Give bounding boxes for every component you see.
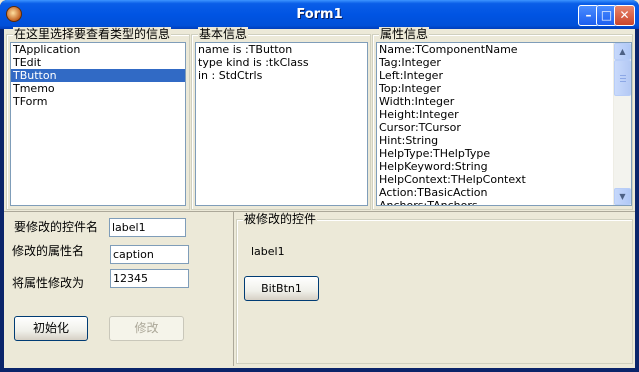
type-list-item[interactable]: TForm [11, 95, 185, 108]
control-name-label: 要修改的控件名 [14, 220, 99, 234]
basic-info-lines: name is :TButton type kind is :tkClass in … [196, 43, 367, 82]
type-list-item[interactable]: TEdit [11, 56, 185, 69]
basic-info-memo-line: in : StdCtrls [198, 69, 263, 82]
chevron-down-icon: ▼ [619, 192, 626, 201]
vertical-divider [233, 212, 234, 366]
init-button[interactable]: 初始化 [14, 316, 88, 341]
modify-button[interactable]: 修改 [109, 316, 184, 341]
basic-info-memo-line: type kind is :tkClass [198, 56, 309, 69]
basic-info-group: 基本信息 name is :TButton type kind is :tkCla… [191, 27, 371, 210]
property-name-label: 修改的属性名 [12, 244, 85, 258]
property-list-item[interactable]: HelpType:THelpType [377, 147, 631, 160]
close-button[interactable]: ✕ [614, 5, 635, 26]
type-list-item[interactable]: Tmemo [11, 82, 185, 95]
property-list-item[interactable]: Height:Integer [377, 108, 631, 121]
property-list-item[interactable]: Action:TBasicAction [377, 186, 631, 199]
scroll-up-button[interactable]: ▲ [614, 43, 631, 60]
type-list-items: TApplication TEdit TButton Tmemo TForm [11, 43, 185, 108]
chevron-up-icon: ▲ [619, 47, 626, 56]
grip-line [620, 78, 626, 79]
property-list-item[interactable]: Width:Integer [377, 95, 631, 108]
property-list-item[interactable]: Name:TComponentName [377, 43, 631, 56]
property-list-item[interactable]: Cursor:TCursor [377, 121, 631, 134]
property-list-item[interactable]: Anchors:TAnchors [377, 199, 631, 205]
property-list-item[interactable]: Top:Integer [377, 82, 631, 95]
type-list-item[interactable]: TApplication [11, 43, 185, 56]
property-info-group: 属性信息 Name:TComponentName Tag:Integer Left:… [372, 27, 633, 210]
vertical-scrollbar[interactable]: ▲ ▼ [613, 43, 631, 205]
control-name-input[interactable]: label1 [109, 218, 186, 237]
close-icon: ✕ [619, 8, 630, 22]
property-list-items: Name:TComponentName Tag:Integer Left:Integ… [377, 43, 631, 205]
target-control-caption: 被修改的控件 [243, 212, 318, 226]
property-listbox[interactable]: Name:TComponentName Tag:Integer Left:Integ… [376, 42, 632, 206]
property-list-item[interactable]: HelpKeyword:String [377, 160, 631, 173]
type-listbox[interactable]: TApplication TEdit TButton Tmemo TForm [10, 42, 186, 206]
type-list-item[interactable]: TButton [11, 69, 185, 82]
new-value-input[interactable]: 12345 [110, 269, 189, 288]
grip-line [620, 75, 626, 76]
target-label: label1 [251, 245, 285, 258]
grip-line [620, 81, 626, 82]
title-bar[interactable]: Form1 – □ ✕ [0, 0, 639, 29]
main-window: Form1 – □ ✕ 在这里选择要查看类型的信息 TApplication TE… [0, 0, 639, 372]
property-name-input[interactable]: caption [110, 245, 189, 264]
scroll-thumb[interactable] [614, 60, 631, 96]
property-list-item[interactable]: HelpContext:THelpContext [377, 173, 631, 186]
property-list-item[interactable]: Left:Integer [377, 69, 631, 82]
scroll-down-button[interactable]: ▼ [614, 188, 631, 205]
type-select-caption: 在这里选择要查看类型的信息 [13, 27, 172, 41]
horizontal-divider [4, 211, 635, 212]
basic-info-caption: 基本信息 [198, 27, 249, 41]
maximize-icon: □ [600, 8, 613, 22]
new-value-label: 将属性修改为 [12, 276, 85, 290]
property-info-caption: 属性信息 [379, 27, 430, 41]
basic-info-memo-line: name is :TButton [198, 43, 293, 56]
property-list-item[interactable]: Tag:Integer [377, 56, 631, 69]
basic-info-memo[interactable]: name is :TButton type kind is :tkClass in … [195, 42, 368, 206]
type-select-group: 在这里选择要查看类型的信息 TApplication TEdit TButton Tm… [6, 27, 190, 210]
property-list-item[interactable]: Hint:String [377, 134, 631, 147]
form-client-area: 在这里选择要查看类型的信息 TApplication TEdit TButton Tm… [4, 27, 635, 368]
bitbtn1-button[interactable]: BitBtn1 [244, 276, 319, 301]
minimize-icon: – [585, 8, 592, 22]
window-title: Form1 [296, 7, 343, 22]
